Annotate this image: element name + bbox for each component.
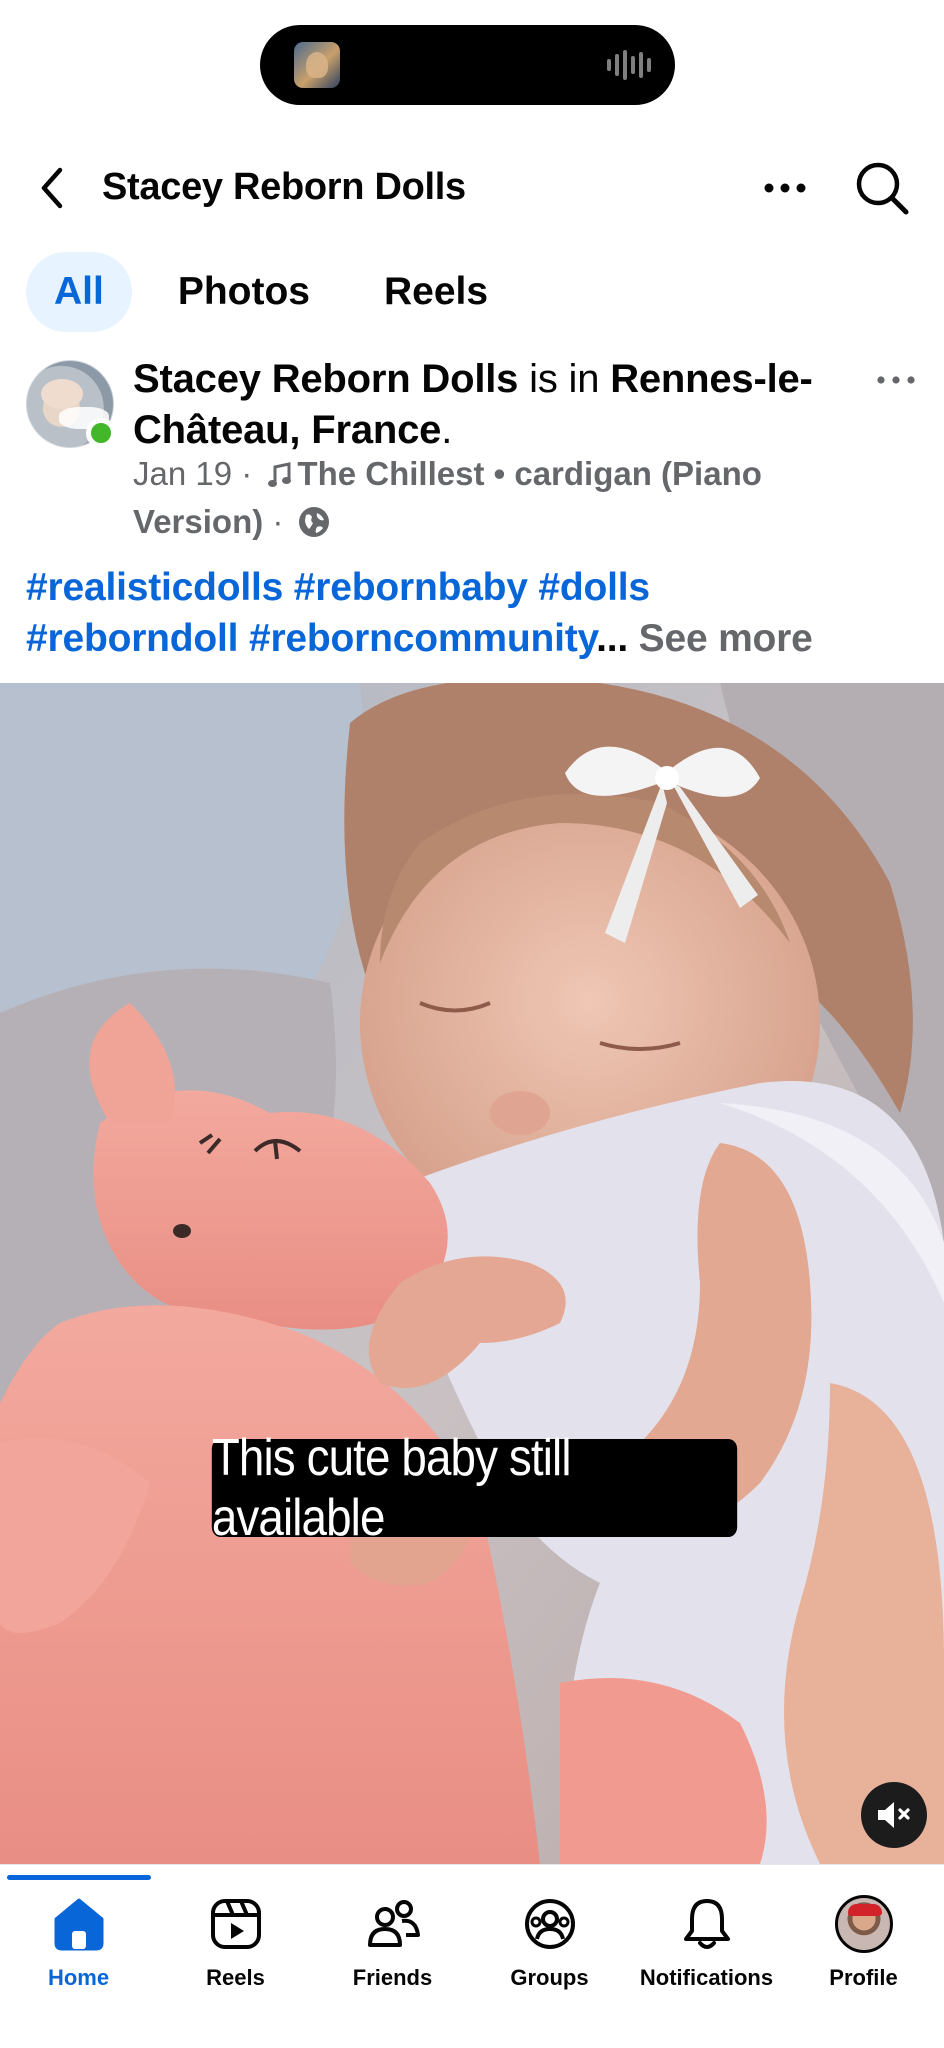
reels-icon [210, 1899, 261, 1949]
nav-friends-label: Friends [352, 1965, 433, 1990]
mute-button[interactable] [861, 1782, 927, 1848]
audio-waveform-icon [607, 50, 653, 80]
video-frame-image [0, 683, 944, 1864]
more-horizontal-icon [764, 183, 806, 193]
nav-notifications[interactable]: Notifications [628, 1895, 785, 2005]
speaker-muted-icon [878, 1802, 910, 1828]
groups-icon [524, 1899, 575, 1949]
search-icon [856, 162, 909, 215]
page-header: Stacey Reborn Dolls [0, 140, 944, 236]
nav-profile-label: Profile [829, 1965, 898, 1990]
tab-photos[interactable]: Photos [150, 252, 338, 332]
hashtags-line-2[interactable]: #reborndoll #reborncommunity [26, 617, 596, 660]
post-date[interactable]: Jan 19 [133, 455, 232, 492]
post-more-button[interactable] [874, 372, 918, 388]
nav-home[interactable]: Home [0, 1895, 157, 2005]
bottom-navigation: Home Reels Friends Groups Notifications … [0, 1864, 944, 2048]
title-period: . [441, 408, 453, 452]
active-tab-indicator [7, 1875, 151, 1880]
see-more-link[interactable]: See more [628, 617, 813, 660]
globe-icon[interactable] [297, 505, 331, 539]
dynamic-island[interactable] [260, 25, 675, 105]
post-meta: Jan 19 · The Chillest • cardigan (Piano … [133, 450, 893, 546]
nav-reels[interactable]: Reels [157, 1895, 314, 2005]
more-options-button[interactable] [760, 166, 814, 210]
meta-separator: · [232, 455, 262, 492]
post-title: Stacey Reborn Dolls is in Rennes-le-Chât… [133, 354, 853, 456]
home-icon [54, 1898, 103, 1951]
nav-notifications-label: Notifications [639, 1965, 774, 1990]
friends-icon [367, 1900, 420, 1947]
author-name-link[interactable]: Stacey Reborn Dolls [133, 357, 518, 401]
page-title: Stacey Reborn Dolls [102, 166, 466, 208]
tab-reels[interactable]: Reels [356, 252, 516, 332]
post-caption: #realisticdolls #rebornbaby #dolls #rebo… [26, 562, 926, 664]
now-playing-thumbnail [294, 42, 340, 88]
more-horizontal-icon [877, 376, 915, 384]
tab-all[interactable]: All [26, 252, 132, 332]
search-button[interactable] [852, 158, 912, 218]
is-in-text: is in [518, 357, 611, 401]
profile-avatar [834, 1895, 893, 1953]
nav-reels-label: Reels [206, 1965, 265, 1990]
music-note-icon [268, 462, 292, 487]
hashtags-line-1[interactable]: #realisticdolls #rebornbaby #dolls [26, 566, 650, 609]
bell-icon [683, 1899, 730, 1949]
online-status-indicator [86, 418, 116, 448]
nav-home-label: Home [47, 1965, 110, 1990]
post-video[interactable]: This cute baby still available [0, 683, 944, 1864]
meta-separator-2: · [263, 503, 293, 540]
nav-groups-label: Groups [510, 1965, 589, 1990]
nav-groups[interactable]: Groups [471, 1895, 628, 2005]
chevron-left-icon [41, 167, 63, 209]
caption-ellipsis: ... [596, 617, 629, 660]
filter-tabs: All Photos Reels [26, 252, 516, 332]
video-caption: This cute baby still available [211, 1429, 738, 1547]
nav-friends[interactable]: Friends [314, 1895, 471, 2005]
back-button[interactable] [32, 162, 72, 214]
nav-profile[interactable]: Profile [785, 1895, 942, 2005]
